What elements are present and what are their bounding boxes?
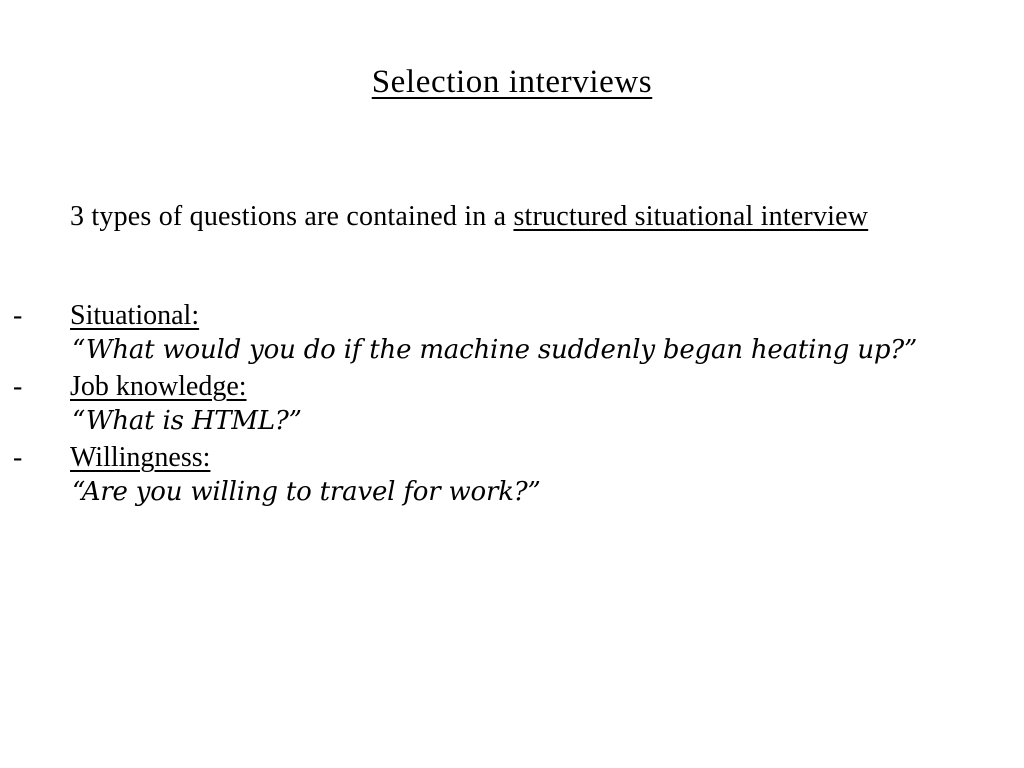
bullet-marker-icon: - [13,300,23,331]
slide-canvas: Selection interviews 3 types of question… [0,0,1024,768]
list-item: - Job knowledge: “What is HTML?” [0,369,1024,438]
bullet-quote: “What is HTML?” [72,406,302,436]
bullet-heading-row: - Job knowledge: [0,369,1024,404]
bullet-marker-icon: - [13,442,23,473]
page-title-text: Selection interviews [371,64,653,100]
bullet-list: - Situational: “What would you do if the… [0,298,1024,511]
bullet-quote: “Are you willing to travel for work?” [72,477,541,507]
bullet-heading-row: - Situational: [0,298,1024,333]
page-title: Selection interviews [0,62,1024,102]
bullet-heading-row: - Willingness: [0,440,1024,475]
bullet-quote: “What would you do if the machine sudden… [72,335,918,365]
intro-text-underlined: structured situational interview [513,201,869,232]
intro-paragraph: 3 types of questions are contained in a … [70,202,950,232]
bullet-label: Willingness: [70,442,211,473]
list-item: - Willingness: “Are you willing to trave… [0,440,1024,509]
list-item: - Situational: “What would you do if the… [0,298,1024,367]
bullet-marker-icon: - [13,371,23,402]
bullet-label: Situational: [70,300,200,331]
bullet-label: Job knowledge: [70,371,247,402]
intro-text-plain: 3 types of questions are contained in a [70,201,514,232]
